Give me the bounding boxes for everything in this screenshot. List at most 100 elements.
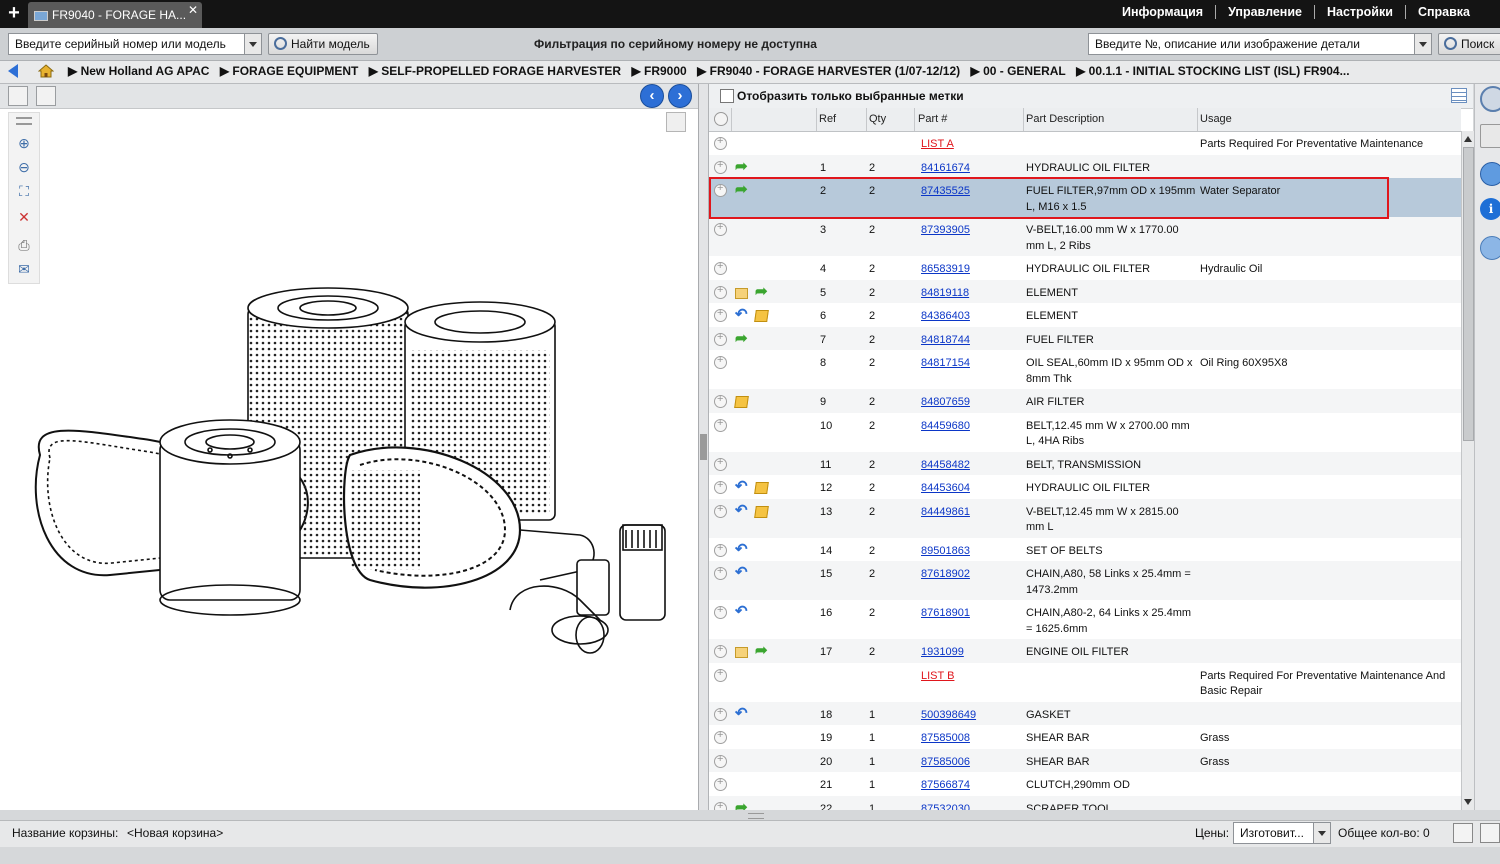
add-to-cart-icon[interactable] <box>714 479 727 494</box>
superseded-arrow-icon[interactable]: ↶ <box>735 542 749 557</box>
breadcrumb-item[interactable]: ▶ FR9040 - FORAGE HARVESTER (1/07-12/12) <box>697 64 960 78</box>
panel-splitter[interactable] <box>699 84 709 810</box>
user-icon[interactable] <box>1480 236 1500 260</box>
table-row[interactable]: 10 2 84459680 BELT,12.45 mm W x 2700.00 mm … <box>709 413 1461 452</box>
kit-box-icon[interactable] <box>734 396 749 408</box>
zoom-out-icon[interactable]: ⊖ <box>16 159 32 175</box>
superseded-arrow-icon[interactable]: ↶ <box>735 565 749 580</box>
add-to-cart-icon[interactable] <box>714 307 727 322</box>
part-number-link[interactable]: 84817154 <box>921 356 970 372</box>
add-to-cart-icon[interactable] <box>714 456 727 471</box>
add-all-icon[interactable] <box>714 112 728 126</box>
replacement-arrow-icon[interactable]: ➦ <box>755 643 769 658</box>
fit-to-screen-icon[interactable]: ⛶ <box>16 183 32 199</box>
column-part-number[interactable]: Part # <box>918 113 947 125</box>
selected-tags-checkbox[interactable] <box>720 89 734 103</box>
part-number-link[interactable]: 87585008 <box>921 731 970 747</box>
part-number-link[interactable]: 87393905 <box>921 223 970 239</box>
superseded-arrow-icon[interactable]: ↶ <box>735 307 749 322</box>
add-to-cart-icon[interactable] <box>714 159 727 174</box>
part-number-link[interactable]: 84819118 <box>921 286 969 302</box>
part-number-link[interactable]: 84458482 <box>921 458 970 474</box>
menu-settings[interactable]: Настройки <box>1313 5 1405 19</box>
search-button[interactable]: Поиск <box>1438 33 1500 55</box>
add-to-cart-icon[interactable] <box>714 331 727 346</box>
magnifier-icon[interactable] <box>1480 86 1500 112</box>
table-view-icon[interactable] <box>1451 88 1467 103</box>
column-ref[interactable]: Ref <box>819 113 836 125</box>
menu-info[interactable]: Информация <box>1110 5 1215 19</box>
part-number-link[interactable]: 84161674 <box>921 161 970 177</box>
clear-zoom-icon[interactable]: ✕ <box>16 209 32 225</box>
part-number-link[interactable]: 87618901 <box>921 606 970 622</box>
cart-name-value[interactable]: <Новая корзина> <box>127 826 223 840</box>
table-row[interactable]: LIST B Parts Required For Preventative Ma… <box>709 663 1461 702</box>
restore-window-icon[interactable] <box>1453 823 1473 843</box>
chevron-down-icon[interactable] <box>1313 823 1330 843</box>
superseded-arrow-icon[interactable]: ↶ <box>735 604 749 619</box>
chevron-down-icon[interactable] <box>244 34 261 54</box>
column-usage[interactable]: Usage <box>1200 113 1232 125</box>
table-row[interactable]: ↶ 16 2 87618901 CHAIN,A80-2, 64 Links x 25.4… <box>709 600 1461 639</box>
close-tab-icon[interactable]: ✕ <box>188 3 198 17</box>
add-to-cart-icon[interactable] <box>714 417 727 432</box>
add-to-cart-icon[interactable] <box>714 667 727 682</box>
add-to-cart-icon[interactable] <box>714 753 727 768</box>
maximize-window-icon[interactable] <box>1480 823 1500 843</box>
add-to-cart-icon[interactable] <box>714 729 727 744</box>
prev-image-button[interactable]: ‹ <box>640 84 664 108</box>
price-type-select[interactable]: Изготовит... <box>1233 822 1331 844</box>
replacement-arrow-icon[interactable]: ➦ <box>735 159 749 174</box>
menu-help[interactable]: Справка <box>1404 5 1482 19</box>
table-row[interactable]: 9 2 84807659 AIR FILTER <box>709 389 1461 413</box>
part-number-link[interactable]: 89501863 <box>921 544 970 560</box>
breadcrumb-item[interactable]: ▶ 00.1.1 - INITIAL STOCKING LIST (ISL) F… <box>1076 64 1350 78</box>
replacement-arrow-icon[interactable]: ➦ <box>735 800 749 811</box>
part-search-combo[interactable]: Введите №, описание или изображение дета… <box>1088 33 1432 55</box>
add-to-cart-icon[interactable] <box>714 354 727 369</box>
add-to-cart-icon[interactable] <box>714 776 727 791</box>
replacement-arrow-icon[interactable]: ➦ <box>755 284 769 299</box>
table-row[interactable]: 8 2 84817154 OIL SEAL,60mm ID x 95mm OD x 8… <box>709 350 1461 389</box>
add-to-cart-icon[interactable] <box>714 221 727 236</box>
table-row[interactable]: ↶ 18 1 500398649 GASKET <box>709 701 1461 725</box>
table-row[interactable]: 3 2 87393905 V-BELT,16.00 mm W x 1770.00 mm… <box>709 217 1461 256</box>
superseded-arrow-icon[interactable]: ↶ <box>735 479 749 494</box>
email-icon[interactable]: ✉ <box>16 261 32 277</box>
add-to-cart-icon[interactable] <box>714 135 727 150</box>
print-icon[interactable]: ⎙ <box>16 237 32 253</box>
table-row[interactable]: ↶ 6 2 84386403 ELEMENT <box>709 303 1461 327</box>
part-number-link[interactable]: 84449861 <box>921 505 970 521</box>
add-to-cart-icon[interactable] <box>714 284 727 299</box>
replacement-arrow-icon[interactable]: ➦ <box>735 331 749 346</box>
serial-model-input[interactable]: Введите серийный номер или модель <box>15 37 226 51</box>
overview-toggle-icon[interactable] <box>666 112 686 132</box>
vertical-scrollbar[interactable] <box>1461 131 1474 810</box>
back-arrow-icon[interactable] <box>8 64 18 78</box>
collapse-handle-icon[interactable] <box>700 434 707 460</box>
table-row[interactable]: 20 1 87585006 SHEAR BAR Grass <box>709 748 1461 772</box>
add-to-cart-icon[interactable] <box>714 542 727 557</box>
kit-box-icon[interactable] <box>754 482 769 494</box>
info-icon[interactable]: i <box>1480 198 1500 220</box>
kit-box-icon[interactable] <box>754 310 769 322</box>
add-to-cart-icon[interactable] <box>714 260 727 275</box>
part-number-link[interactable]: 84386403 <box>921 309 970 325</box>
part-number-link[interactable]: 87585006 <box>921 755 970 771</box>
note-icon[interactable] <box>735 647 748 658</box>
add-to-cart-icon[interactable] <box>714 800 727 810</box>
table-row[interactable]: LIST A Parts Required For Preventative Ma… <box>709 131 1461 155</box>
table-row[interactable]: 11 2 84458482 BELT, TRANSMISSION <box>709 451 1461 475</box>
table-row[interactable]: ➦ 17 2 1931099 ENGINE OIL FILTER <box>709 639 1461 663</box>
globe-icon[interactable] <box>1480 162 1500 186</box>
table-row[interactable]: 19 1 87585008 SHEAR BAR Grass <box>709 725 1461 749</box>
previous-page-icon[interactable] <box>8 86 28 106</box>
part-number-link[interactable]: 84453604 <box>921 481 970 497</box>
part-number-link[interactable]: 86583919 <box>921 262 970 278</box>
table-row[interactable]: ↶ 14 2 89501863 SET OF BELTS <box>709 538 1461 562</box>
table-row[interactable]: 4 2 86583919 HYDRAULIC OIL FILTER Hydraulic … <box>709 256 1461 280</box>
part-search-input[interactable]: Введите №, описание или изображение дета… <box>1095 37 1360 51</box>
part-number-link[interactable]: 87618902 <box>921 567 970 583</box>
part-number-link[interactable]: 1931099 <box>921 645 964 661</box>
find-model-button[interactable]: Найти модель <box>268 33 378 55</box>
